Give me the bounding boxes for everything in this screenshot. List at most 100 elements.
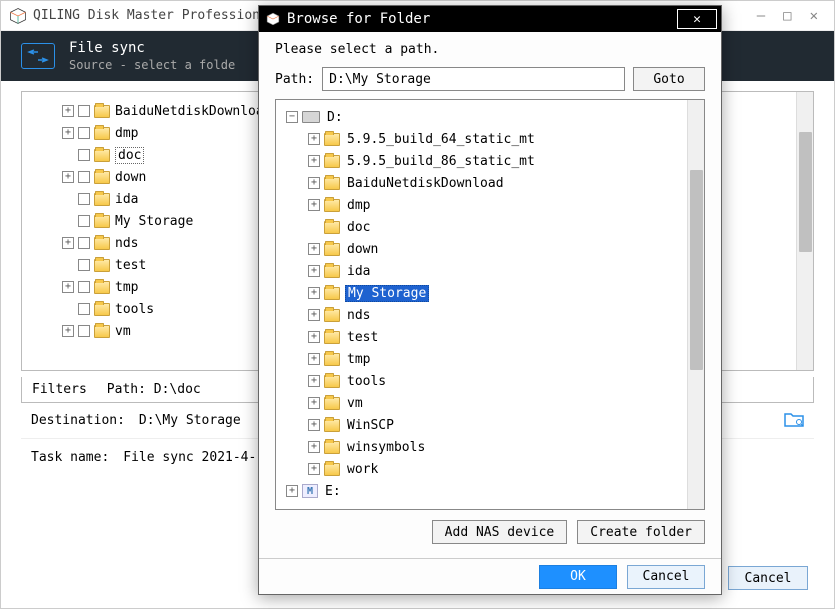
tree-item-label: dmp (115, 126, 138, 141)
main-footer: Cancel (728, 566, 808, 590)
scrollbar[interactable] (796, 92, 813, 370)
checkbox[interactable] (78, 171, 90, 183)
browse-destination-icon[interactable] (784, 411, 804, 431)
dialog-close-button[interactable]: ✕ (677, 9, 717, 29)
tree-item[interactable]: M E: (276, 480, 687, 502)
tree-item[interactable]: work (276, 458, 687, 480)
dialog-icon (265, 11, 281, 27)
ok-button[interactable]: OK (539, 565, 617, 589)
tree-item[interactable]: dmp (276, 194, 687, 216)
tree-item[interactable]: doc (276, 216, 687, 238)
expand-icon[interactable] (308, 375, 320, 387)
checkbox[interactable] (78, 325, 90, 337)
tree-item-label: My Storage (115, 214, 193, 229)
folder-icon (324, 441, 340, 454)
expand-icon[interactable] (308, 419, 320, 431)
tree-item-label: nds (345, 308, 372, 323)
expand-icon[interactable]: + (62, 237, 74, 249)
goto-button[interactable]: Goto (633, 67, 705, 91)
expand-icon[interactable]: + (62, 105, 74, 117)
expand-icon[interactable] (308, 463, 320, 475)
tree-item[interactable]: D: (276, 106, 687, 128)
tree-item-label: winsymbols (345, 440, 427, 455)
expand-icon[interactable] (308, 287, 320, 299)
drive-icon: M (302, 484, 318, 498)
app-logo-icon (9, 7, 27, 25)
create-folder-button[interactable]: Create folder (577, 520, 705, 544)
checkbox[interactable] (78, 259, 90, 271)
close-button[interactable]: ✕ (810, 8, 818, 24)
folder-icon (324, 265, 340, 278)
folder-tree: D:5.9.5_build_64_static_mt 5.9.5_build_86… (275, 99, 705, 510)
dialog-cancel-button[interactable]: Cancel (627, 565, 705, 589)
minimize-button[interactable]: — (757, 8, 765, 24)
expand-icon (62, 149, 74, 161)
expand-icon[interactable] (308, 243, 320, 255)
checkbox[interactable] (78, 127, 90, 139)
folder-icon (324, 331, 340, 344)
tree-item-label: BaiduNetdiskDownload (345, 176, 506, 191)
tree-item-label: ida (115, 192, 138, 207)
add-nas-button[interactable]: Add NAS device (432, 520, 568, 544)
expand-icon[interactable] (308, 177, 320, 189)
tree-item-label: ida (345, 264, 372, 279)
checkbox[interactable] (78, 281, 90, 293)
destination-value: D:\My Storage (139, 413, 241, 428)
tree-item[interactable]: nds (276, 304, 687, 326)
expand-icon[interactable] (308, 265, 320, 277)
tree-item[interactable]: down (276, 238, 687, 260)
tree-item-label: vm (115, 324, 131, 339)
tree-item[interactable]: WinSCP (276, 414, 687, 436)
checkbox[interactable] (78, 303, 90, 315)
expand-icon[interactable] (286, 111, 298, 123)
expand-icon[interactable] (308, 397, 320, 409)
expand-icon[interactable] (308, 199, 320, 211)
tree-item[interactable]: 5.9.5_build_86_static_mt (276, 150, 687, 172)
tree-item[interactable]: ida (276, 260, 687, 282)
checkbox[interactable] (78, 105, 90, 117)
folder-icon (324, 397, 340, 410)
expand-icon[interactable] (308, 441, 320, 453)
expand-icon[interactable]: + (62, 171, 74, 183)
folder-icon (324, 177, 340, 190)
folder-icon (324, 199, 340, 212)
checkbox[interactable] (78, 237, 90, 249)
expand-icon[interactable] (308, 155, 320, 167)
tree-item-label: vm (345, 396, 365, 411)
tree-item[interactable]: 5.9.5_build_64_static_mt (276, 128, 687, 150)
checkbox[interactable] (78, 149, 90, 161)
expand-icon[interactable]: + (62, 281, 74, 293)
tree-item[interactable]: tmp (276, 348, 687, 370)
folder-icon (324, 309, 340, 322)
tree-item[interactable]: tools (276, 370, 687, 392)
tree-item[interactable]: test (276, 326, 687, 348)
tree-item[interactable]: vm (276, 392, 687, 414)
expand-icon[interactable]: + (62, 325, 74, 337)
expand-icon[interactable] (308, 353, 320, 365)
folder-icon (324, 419, 340, 432)
expand-icon[interactable]: + (62, 127, 74, 139)
checkbox[interactable] (78, 193, 90, 205)
checkbox[interactable] (78, 215, 90, 227)
tree-item-label: tmp (115, 280, 138, 295)
tree-item-label: E: (323, 484, 343, 499)
folder-icon (94, 325, 110, 338)
filters-button[interactable]: Filters (32, 382, 87, 397)
tree-item[interactable]: BaiduNetdiskDownload (276, 172, 687, 194)
tree-item[interactable]: My Storage (276, 282, 687, 304)
expand-icon[interactable] (308, 133, 320, 145)
expand-icon[interactable] (286, 485, 298, 497)
path-input[interactable] (322, 67, 625, 91)
expand-icon[interactable] (308, 331, 320, 343)
maximize-button[interactable]: □ (783, 8, 791, 24)
task-name-value: File sync 2021-4- (123, 450, 256, 465)
tree-item-label: WinSCP (345, 418, 396, 433)
dialog-titlebar[interactable]: Browse for Folder ✕ (259, 6, 721, 32)
tree-item[interactable]: winsymbols (276, 436, 687, 458)
tree-item-label: down (115, 170, 146, 185)
tree-item-label: 5.9.5_build_86_static_mt (345, 154, 537, 169)
main-cancel-button[interactable]: Cancel (728, 566, 808, 590)
folder-icon (324, 243, 340, 256)
scrollbar[interactable] (687, 100, 704, 509)
expand-icon[interactable] (308, 309, 320, 321)
